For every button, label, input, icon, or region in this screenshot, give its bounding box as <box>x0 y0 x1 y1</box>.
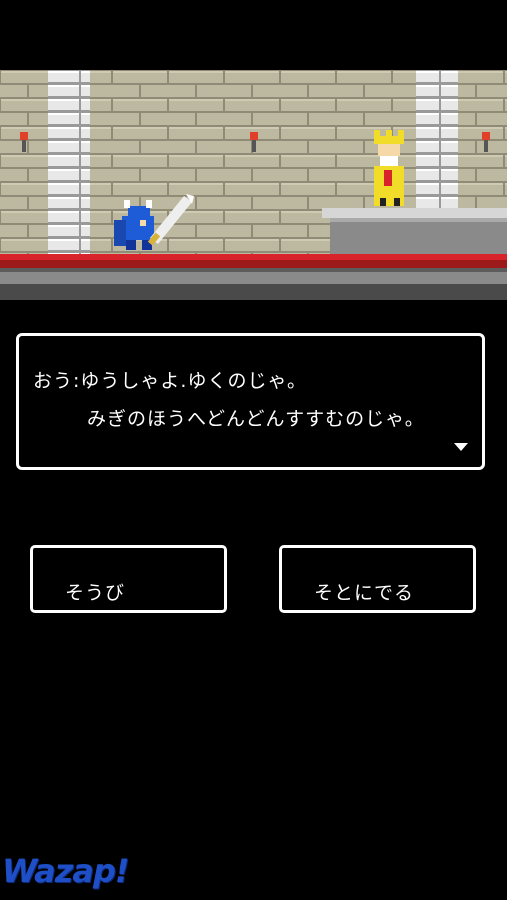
equip-button-label: そうび <box>65 582 126 604</box>
dialog-text-line2: みぎのほうへどんどんすすむのじゃ。 <box>87 408 425 430</box>
dialog-box[interactable]: おう:ゆうしゃよ.ゆくのじゃ。 みぎのほうへどんどんすすむのじゃ。 <box>16 333 485 470</box>
equip-button[interactable]: そうび <box>30 545 227 613</box>
stone-pillar <box>416 70 458 210</box>
advance-arrow-icon[interactable] <box>454 443 468 451</box>
stone-pillar <box>48 70 90 254</box>
go-outside-button-label: そとにでる <box>314 582 415 604</box>
king-sprite <box>374 130 404 206</box>
dialog-text-line1: おう:ゆうしゃよ.ゆくのじゃ。 <box>33 370 308 392</box>
throne-dais <box>322 208 507 254</box>
wazap-logo: Wazap! <box>2 852 129 890</box>
floor-carpet <box>0 254 507 260</box>
go-outside-button[interactable]: そとにでる <box>279 545 476 613</box>
castle-scene <box>0 70 507 300</box>
